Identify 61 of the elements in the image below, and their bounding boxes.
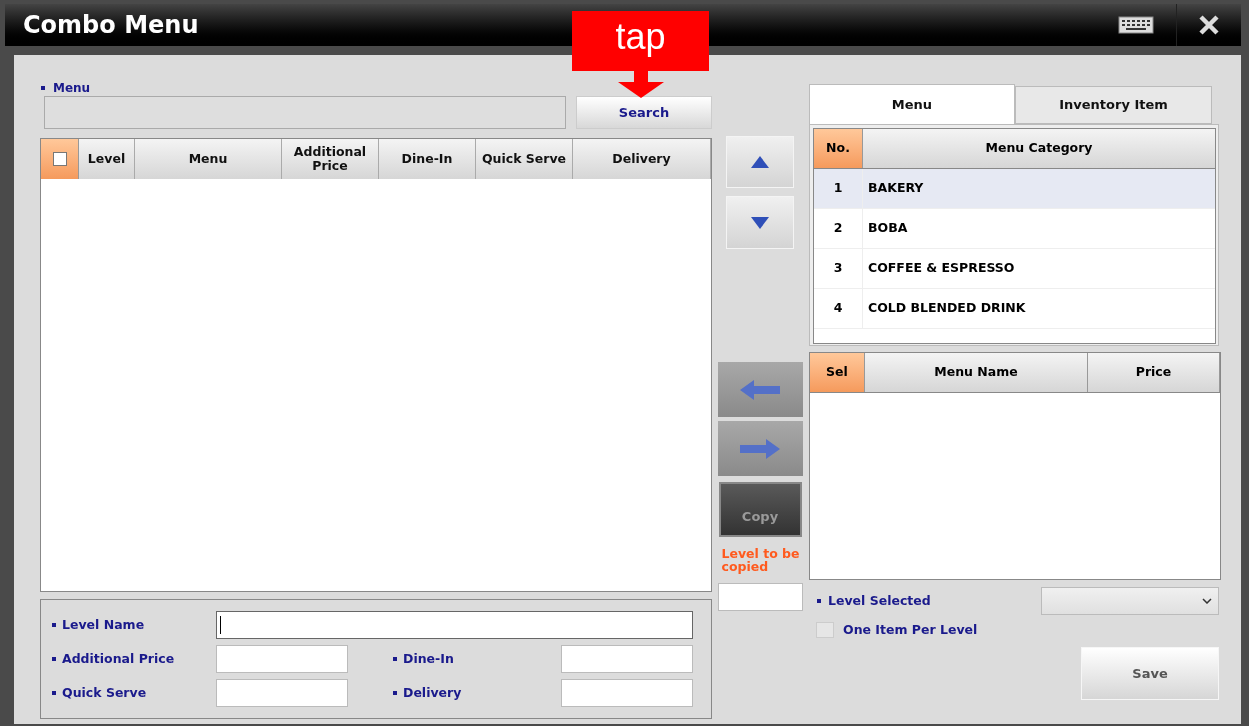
table-cell-text: BOBA bbox=[867, 219, 909, 238]
text-field[interactable] bbox=[561, 645, 693, 673]
save-button[interactable]: Save bbox=[1081, 646, 1219, 700]
text-field[interactable] bbox=[216, 679, 348, 707]
table-row[interactable]: 1 BAKERY bbox=[814, 169, 1215, 209]
column-header: Delivery bbox=[573, 139, 711, 179]
column-header: Menu Name bbox=[865, 353, 1088, 392]
field-label: Dine-In bbox=[403, 649, 454, 668]
window-title: Combo Menu bbox=[23, 10, 199, 41]
column-header: Menu bbox=[135, 139, 282, 179]
column-header: Additional Price bbox=[282, 139, 379, 179]
header-checkbox-cell[interactable] bbox=[41, 139, 79, 179]
move-down-button[interactable] bbox=[726, 196, 794, 249]
field-label: Level Name bbox=[62, 615, 145, 634]
level-copy-field[interactable] bbox=[717, 583, 803, 611]
tab[interactable]: Inventory Item bbox=[1015, 86, 1212, 124]
column-header: Sel bbox=[810, 353, 865, 392]
field-label: Delivery bbox=[403, 683, 462, 702]
field-label: Level Selected bbox=[828, 591, 932, 610]
field-label: Menu bbox=[53, 80, 91, 97]
close-icon bbox=[1198, 14, 1220, 36]
text-field[interactable] bbox=[561, 679, 693, 707]
checkbox[interactable] bbox=[52, 152, 67, 166]
menu-search-field[interactable] bbox=[44, 96, 566, 129]
move-right-button[interactable] bbox=[717, 421, 803, 476]
move-up-button[interactable] bbox=[726, 136, 794, 188]
tab[interactable]: Menu bbox=[809, 84, 1015, 124]
table-cell-text: BAKERY bbox=[867, 179, 925, 198]
triangle-down-icon bbox=[751, 216, 769, 229]
level-dropdown[interactable] bbox=[1041, 587, 1219, 615]
arrow-down-icon bbox=[617, 70, 664, 98]
column-header: Menu Category bbox=[863, 129, 1215, 168]
annotation-callout: tap bbox=[572, 11, 709, 71]
column-header: Quick Serve bbox=[476, 139, 573, 179]
table-cell: 3 bbox=[814, 249, 863, 288]
column-header: Price bbox=[1088, 353, 1220, 392]
table-cell: 2 bbox=[814, 209, 863, 248]
triangle-up-icon bbox=[751, 156, 769, 168]
text-field[interactable] bbox=[216, 611, 693, 639]
column-header: Dine-In bbox=[379, 139, 476, 179]
column-header: No. bbox=[814, 129, 863, 168]
table-cell: 4 bbox=[814, 289, 863, 328]
search-button[interactable]: Search bbox=[576, 96, 712, 129]
arrow-right-icon bbox=[740, 437, 780, 460]
table-row[interactable]: 3 COFFEE & ESPRESSO bbox=[814, 249, 1215, 289]
field-label: Additional Price bbox=[62, 649, 175, 668]
arrow-left-icon bbox=[740, 378, 780, 401]
keyboard-icon bbox=[1118, 16, 1154, 34]
table-cell-text: COFFEE & ESPRESSO bbox=[867, 259, 1016, 278]
table-cell-text: COLD BLENDED DRINK bbox=[867, 299, 1027, 318]
checkbox-label: One Item Per Level bbox=[843, 621, 978, 639]
field-label: Quick Serve bbox=[62, 683, 147, 702]
table-row[interactable]: 2 BOBA bbox=[814, 209, 1215, 249]
chevron-down-icon bbox=[1202, 598, 1212, 604]
move-left-button[interactable] bbox=[717, 362, 803, 417]
checkbox[interactable] bbox=[816, 622, 834, 639]
table-row[interactable]: 4 COLD BLENDED DRINK bbox=[814, 289, 1215, 329]
column-header: Level bbox=[79, 139, 135, 179]
copy-level-label: Level to be copied bbox=[720, 547, 801, 573]
text-field[interactable] bbox=[216, 645, 348, 673]
table-cell: 1 bbox=[814, 169, 863, 208]
